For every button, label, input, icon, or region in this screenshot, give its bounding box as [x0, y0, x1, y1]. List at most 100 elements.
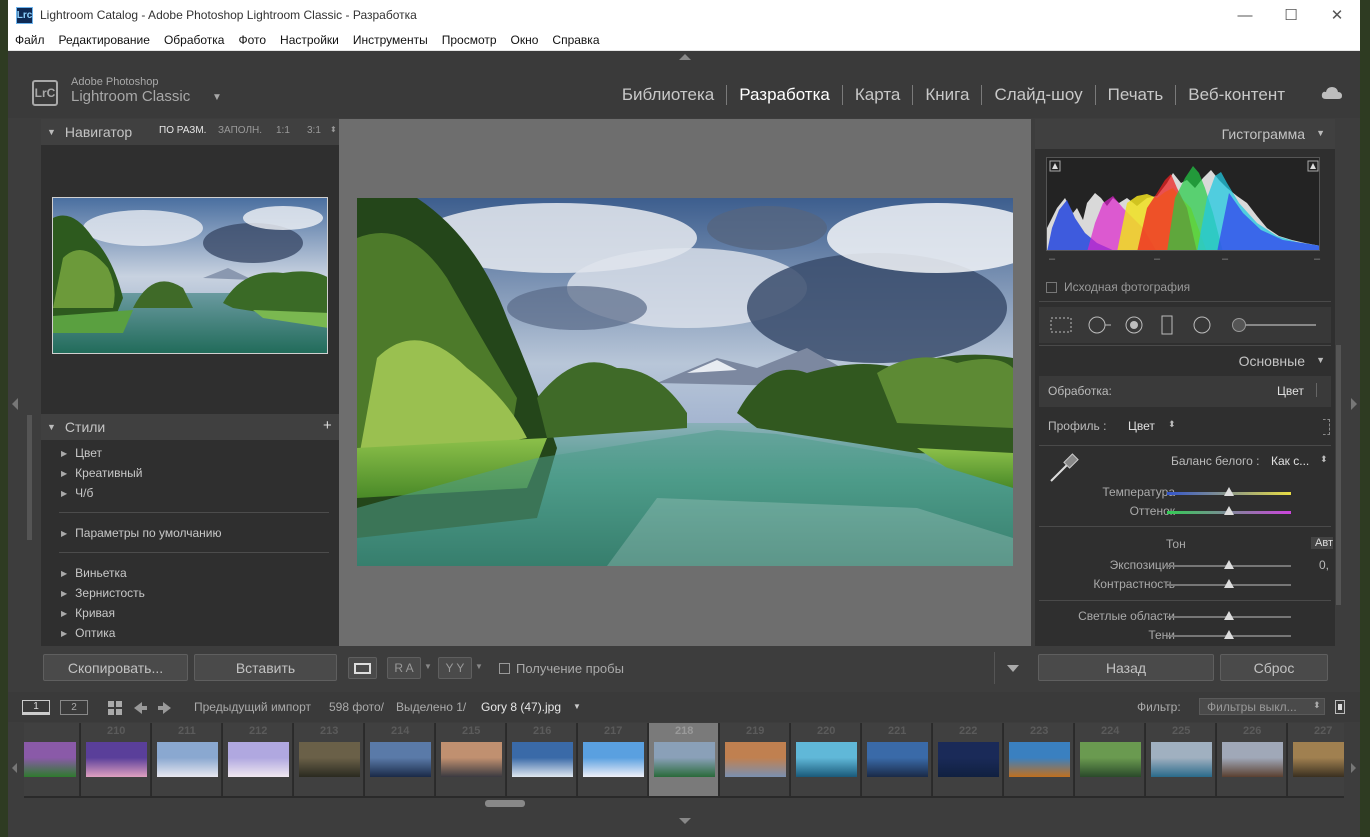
thumbnail-image[interactable] [228, 742, 289, 777]
histogram-header[interactable]: Гистограмма ▼ [1035, 119, 1335, 149]
menu-edit[interactable]: Редактирование [59, 33, 150, 47]
filmstrip-right-arrow-icon[interactable] [1351, 763, 1356, 773]
filmstrip-thumbnail[interactable]: 216 [507, 723, 577, 796]
menu-help[interactable]: Справка [552, 33, 599, 47]
preset-group-defaults[interactable]: ▶ Параметры по умолчанию [61, 526, 221, 540]
filter-lock-icon[interactable] [1335, 700, 1345, 714]
preset-group-color[interactable]: ▶ Цвет [61, 446, 102, 460]
wb-dropdown[interactable]: Как с... [1271, 454, 1309, 468]
menu-settings[interactable]: Настройки [280, 33, 339, 47]
thumbnail-image[interactable] [441, 742, 502, 777]
selected-filename[interactable]: Gory 8 (47).jpg [481, 700, 561, 714]
thumbnail-image[interactable] [938, 742, 999, 777]
add-preset-icon[interactable]: + [323, 417, 332, 434]
forward-arrow-icon[interactable] [157, 700, 173, 716]
thumbnail-image[interactable] [299, 742, 360, 777]
module-develop[interactable]: Разработка [726, 85, 842, 105]
navigator-preview[interactable] [52, 197, 328, 354]
dropdown-arrow-icon[interactable]: ▼ [573, 702, 581, 711]
spot-removal-icon[interactable] [1087, 315, 1113, 335]
original-photo-checkbox[interactable] [1046, 282, 1057, 293]
exposure-value[interactable]: 0, [1319, 558, 1329, 572]
thumbnail-image[interactable] [86, 742, 147, 777]
back-arrow-icon[interactable] [132, 700, 148, 716]
thumbnail-image[interactable] [725, 742, 786, 777]
basic-header[interactable]: Основные ▼ [1035, 347, 1335, 375]
thumbnail-image[interactable] [24, 742, 76, 777]
preset-group-vignette[interactable]: ▶ Виньетка [61, 566, 127, 580]
module-book[interactable]: Книга [912, 85, 981, 105]
presets-header[interactable]: ▼ Стили + [41, 414, 339, 440]
thumbnail-image[interactable] [796, 742, 857, 777]
preset-group-optics[interactable]: ▶ Оптика [61, 626, 115, 640]
menu-file[interactable]: Файл [15, 33, 45, 47]
treatment-color-option[interactable]: Цвет [1277, 384, 1304, 398]
filmstrip-thumbnail[interactable]: 220 [791, 723, 861, 796]
preset-group-curve[interactable]: ▶ Кривая [61, 606, 115, 620]
crop-tool-icon[interactable] [1049, 315, 1073, 335]
loupe-view-button[interactable] [348, 657, 377, 679]
dropdown-arrows-icon[interactable]: ⬍ [1313, 700, 1321, 711]
before-after-button[interactable]: R A [387, 657, 421, 679]
minimize-button[interactable]: — [1222, 0, 1268, 30]
histogram-chart[interactable] [1046, 157, 1320, 251]
filmstrip-scroll-thumb[interactable] [485, 800, 525, 807]
profile-browser-icon[interactable] [1323, 419, 1330, 435]
bottom-panel-toggle-icon[interactable] [679, 818, 691, 824]
filmstrip-thumbnail[interactable]: 221 [862, 723, 932, 796]
main-screen-button[interactable]: 1 [22, 700, 50, 715]
red-eye-icon[interactable] [1123, 315, 1145, 335]
nav-fill-option[interactable]: ЗАПОЛН. [218, 125, 262, 136]
copy-settings-button[interactable]: Скопировать... [43, 654, 188, 681]
before-after-swap-button[interactable]: Y Y [438, 657, 472, 679]
grid-view-icon[interactable] [107, 700, 123, 716]
nav-zoom-menu-icon[interactable]: ⬍ [330, 125, 337, 134]
menu-develop[interactable]: Обработка [164, 33, 225, 47]
preset-group-grain[interactable]: ▶ Зернистость [61, 586, 145, 600]
paste-settings-button[interactable]: Вставить [194, 654, 337, 681]
thumbnail-image[interactable] [370, 742, 431, 777]
filmstrip-thumbnail[interactable]: 219 [720, 723, 790, 796]
adjustment-brush-icon[interactable] [1232, 318, 1246, 332]
filmstrip-thumbnail[interactable]: 210 [81, 723, 151, 796]
thumbnail-image[interactable] [512, 742, 573, 777]
nav-3to1-option[interactable]: 3:1 [307, 125, 321, 136]
collapse-arrow-icon[interactable]: ▼ [1316, 128, 1325, 138]
auto-tone-button[interactable]: Авт [1311, 537, 1333, 549]
tint-slider-thumb[interactable] [1224, 506, 1234, 515]
filmstrip-thumbnail[interactable]: 218 [649, 723, 719, 796]
reset-button[interactable]: Сброс [1220, 654, 1328, 681]
main-photo[interactable] [357, 198, 1013, 566]
module-web[interactable]: Веб-контент [1175, 85, 1297, 105]
module-slideshow[interactable]: Слайд-шоу [981, 85, 1094, 105]
thumbnail-image[interactable] [1080, 742, 1141, 777]
preset-group-creative[interactable]: ▶ Креативный [61, 466, 142, 480]
navigator-header[interactable]: ▼ Навигатор ПО РАЗМ. ЗАПОЛН. 1:1 3:1 ⬍ [41, 119, 339, 145]
profile-dropdown[interactable]: Цвет [1128, 419, 1155, 433]
menu-window[interactable]: Окно [511, 33, 539, 47]
temperature-slider-thumb[interactable] [1224, 487, 1234, 496]
filmstrip-thumbnail[interactable]: 226 [1217, 723, 1287, 796]
module-map[interactable]: Карта [841, 85, 913, 105]
second-screen-button[interactable]: 2 [60, 700, 88, 715]
module-print[interactable]: Печать [1094, 85, 1176, 105]
menu-view[interactable]: Просмотр [442, 33, 497, 47]
top-panel-toggle-icon[interactable] [679, 54, 691, 60]
thumbnail-image[interactable] [1151, 742, 1212, 777]
module-library[interactable]: Библиотека [610, 85, 726, 105]
left-panel-toggle-icon[interactable] [12, 398, 18, 410]
radial-filter-icon[interactable] [1191, 315, 1213, 335]
exposure-slider-thumb[interactable] [1224, 560, 1234, 569]
nav-fit-option[interactable]: ПО РАЗМ. [159, 125, 206, 136]
identity-menu-arrow-icon[interactable]: ▼ [212, 92, 222, 103]
filmstrip-thumbnail[interactable]: 222 [933, 723, 1003, 796]
contrast-slider-thumb[interactable] [1224, 579, 1234, 588]
eyedropper-icon[interactable] [1047, 451, 1081, 485]
dropdown-arrow-icon[interactable]: ▼ [475, 662, 483, 671]
filmstrip-thumbnail[interactable]: 212 [223, 723, 293, 796]
filmstrip-thumbnail[interactable]: 217 [578, 723, 648, 796]
filmstrip-left-arrow-icon[interactable] [12, 763, 17, 773]
filter-dropdown[interactable]: Фильтры выкл... [1199, 698, 1325, 715]
previous-button[interactable]: Назад [1038, 654, 1214, 681]
graduated-filter-icon[interactable] [1159, 315, 1175, 335]
